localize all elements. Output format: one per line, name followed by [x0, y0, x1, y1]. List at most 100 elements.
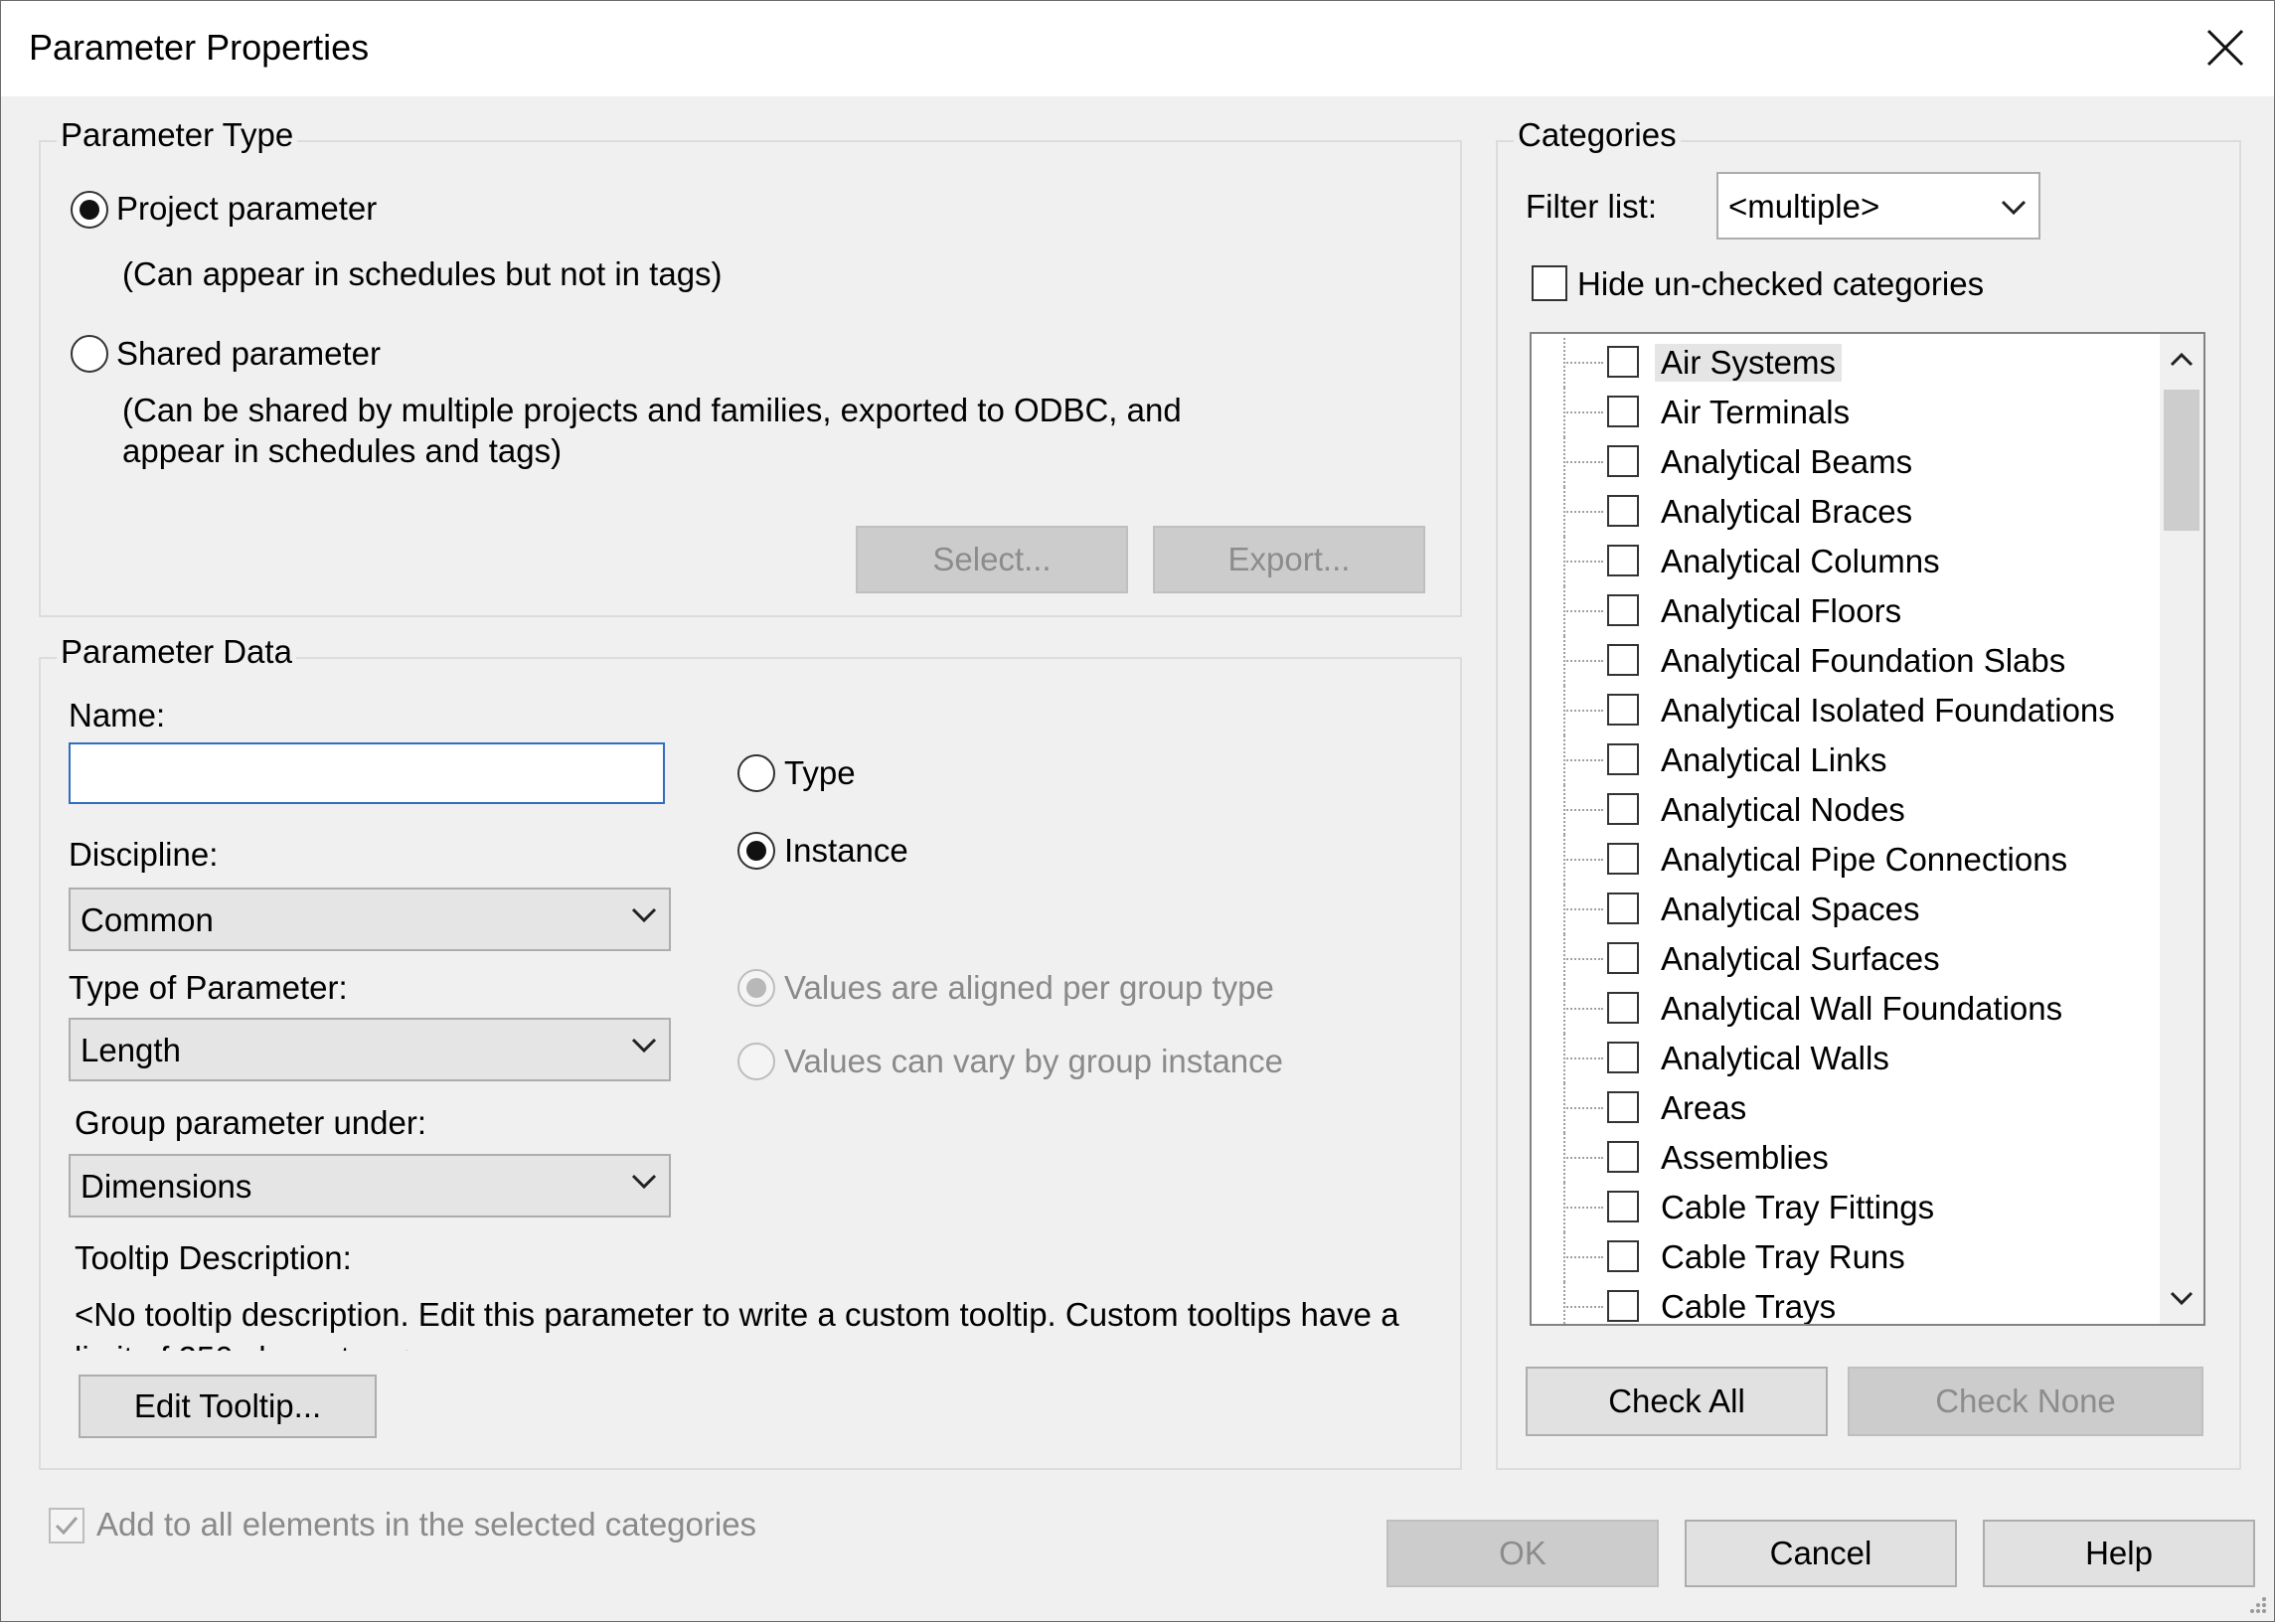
category-item[interactable]: Analytical Isolated Foundations	[1532, 686, 2128, 735]
category-checkbox[interactable]	[1607, 1191, 1639, 1222]
category-item[interactable]: Analytical Links	[1532, 735, 2128, 785]
category-label[interactable]: Analytical Columns	[1661, 543, 1940, 580]
category-item[interactable]: Assemblies	[1532, 1133, 2128, 1183]
category-checkbox[interactable]	[1607, 594, 1639, 626]
category-label[interactable]: Analytical Isolated Foundations	[1661, 692, 2115, 730]
category-label[interactable]: Analytical Walls	[1661, 1040, 1889, 1077]
category-checkbox[interactable]	[1607, 445, 1639, 477]
category-checkbox[interactable]	[1607, 992, 1639, 1024]
type-of-parameter-select[interactable]: Length	[69, 1018, 671, 1081]
resize-grip-icon[interactable]	[2246, 1593, 2268, 1615]
category-label[interactable]: Areas	[1661, 1089, 1746, 1127]
category-checkbox[interactable]	[1607, 843, 1639, 875]
category-checkbox[interactable]	[1607, 694, 1639, 726]
project-parameter-radio[interactable]	[71, 191, 108, 229]
check-none-button[interactable]: Check None	[1848, 1367, 2203, 1436]
instance-radio[interactable]	[737, 832, 775, 870]
category-label[interactable]: Analytical Nodes	[1661, 791, 1905, 829]
category-item[interactable]: Air Terminals	[1532, 388, 2128, 437]
aligned-per-group-label[interactable]: Values are aligned per group type	[784, 969, 1274, 1007]
category-label[interactable]: Analytical Floors	[1661, 592, 1901, 630]
categories-scrollbar[interactable]	[2160, 334, 2203, 1324]
category-checkbox[interactable]	[1607, 793, 1639, 825]
category-label[interactable]: Analytical Spaces	[1661, 891, 1919, 928]
add-to-all-elements-label[interactable]: Add to all elements in the selected cate…	[96, 1506, 756, 1543]
category-label[interactable]: Assemblies	[1661, 1139, 1829, 1177]
aligned-per-group-radio[interactable]	[737, 969, 775, 1007]
category-label[interactable]: Air Terminals	[1661, 394, 1850, 431]
category-label[interactable]: Cable Trays	[1661, 1288, 1836, 1324]
scrollbar-thumb[interactable]	[2164, 390, 2199, 531]
category-label[interactable]: Air Systems	[1655, 344, 1843, 382]
category-checkbox[interactable]	[1607, 495, 1639, 527]
vary-by-instance-label[interactable]: Values can vary by group instance	[784, 1043, 1283, 1080]
category-item[interactable]: Analytical Surfaces	[1532, 934, 2128, 984]
help-button[interactable]: Help	[1983, 1520, 2255, 1587]
category-checkbox[interactable]	[1607, 1042, 1639, 1073]
category-checkbox[interactable]	[1607, 743, 1639, 775]
ok-button[interactable]: OK	[1386, 1520, 1659, 1587]
category-label[interactable]: Analytical Links	[1661, 741, 1886, 779]
category-label[interactable]: Analytical Foundation Slabs	[1661, 642, 2065, 680]
category-checkbox[interactable]	[1607, 1141, 1639, 1173]
category-checkbox[interactable]	[1607, 644, 1639, 676]
category-item[interactable]: Air Systems	[1532, 338, 2128, 388]
category-label[interactable]: Cable Tray Runs	[1661, 1238, 1905, 1276]
category-label[interactable]: Analytical Beams	[1661, 443, 1912, 481]
category-label[interactable]: Analytical Surfaces	[1661, 940, 1940, 978]
category-item[interactable]: Cable Trays	[1532, 1282, 2128, 1324]
category-checkbox[interactable]	[1607, 942, 1639, 974]
category-checkbox[interactable]	[1607, 1240, 1639, 1272]
category-item[interactable]: Areas	[1532, 1083, 2128, 1133]
cancel-button[interactable]: Cancel	[1685, 1520, 1957, 1587]
category-item[interactable]: Analytical Spaces	[1532, 885, 2128, 934]
name-input[interactable]	[69, 742, 665, 804]
group-parameter-under-select[interactable]: Dimensions	[69, 1154, 671, 1218]
category-item[interactable]: Analytical Columns	[1532, 537, 2128, 586]
category-label[interactable]: Analytical Wall Foundations	[1661, 990, 2062, 1028]
select-button[interactable]: Select...	[856, 526, 1128, 593]
category-item[interactable]: Analytical Foundation Slabs	[1532, 636, 2128, 686]
category-checkbox[interactable]	[1607, 545, 1639, 576]
project-parameter-label[interactable]: Project parameter	[116, 190, 377, 228]
category-item[interactable]: Analytical Beams	[1532, 437, 2128, 487]
category-item[interactable]: Analytical Walls	[1532, 1034, 2128, 1083]
shared-parameter-label[interactable]: Shared parameter	[116, 335, 381, 373]
vary-by-instance-radio[interactable]	[737, 1043, 775, 1080]
chevron-down-icon[interactable]	[2160, 1276, 2203, 1320]
hide-unchecked-checkbox[interactable]	[1532, 265, 1567, 301]
edit-tooltip-button[interactable]: Edit Tooltip...	[79, 1375, 377, 1438]
category-checkbox[interactable]	[1607, 1290, 1639, 1322]
type-radio[interactable]	[737, 754, 775, 792]
category-item[interactable]: Analytical Pipe Connections	[1532, 835, 2128, 885]
add-to-all-elements-checkbox[interactable]	[49, 1508, 84, 1543]
category-item[interactable]: Analytical Floors	[1532, 586, 2128, 636]
close-icon[interactable]	[2196, 19, 2254, 77]
tree-connector	[1563, 859, 1603, 861]
category-checkbox[interactable]	[1607, 396, 1639, 427]
category-checkbox[interactable]	[1607, 346, 1639, 378]
category-label[interactable]: Analytical Pipe Connections	[1661, 841, 2067, 879]
category-checkbox[interactable]	[1607, 1091, 1639, 1123]
category-item[interactable]: Cable Tray Fittings	[1532, 1183, 2128, 1232]
shared-parameter-radio[interactable]	[71, 335, 108, 373]
export-button[interactable]: Export...	[1153, 526, 1425, 593]
type-radio-label[interactable]: Type	[784, 754, 856, 792]
instance-radio-label[interactable]: Instance	[784, 832, 908, 870]
categories-list[interactable]: Air Systems Air Terminals Analytical Beams…	[1530, 332, 2205, 1326]
tree-line	[1563, 1282, 1565, 1324]
tree-connector	[1563, 908, 1603, 910]
category-item[interactable]: Analytical Braces	[1532, 487, 2128, 537]
category-item[interactable]: Analytical Nodes	[1532, 785, 2128, 835]
category-label[interactable]: Cable Tray Fittings	[1661, 1189, 1934, 1226]
tooltip-description-text: <No tooltip description. Edit this param…	[75, 1296, 1399, 1351]
discipline-select[interactable]: Common	[69, 888, 671, 951]
category-label[interactable]: Analytical Braces	[1661, 493, 1912, 531]
filter-list-select[interactable]: <multiple>	[1716, 172, 2040, 240]
check-all-button[interactable]: Check All	[1526, 1367, 1828, 1436]
category-item[interactable]: Analytical Wall Foundations	[1532, 984, 2128, 1034]
hide-unchecked-label[interactable]: Hide un-checked categories	[1577, 265, 1984, 303]
chevron-up-icon[interactable]	[2160, 338, 2203, 382]
category-checkbox[interactable]	[1607, 893, 1639, 924]
category-item[interactable]: Cable Tray Runs	[1532, 1232, 2128, 1282]
